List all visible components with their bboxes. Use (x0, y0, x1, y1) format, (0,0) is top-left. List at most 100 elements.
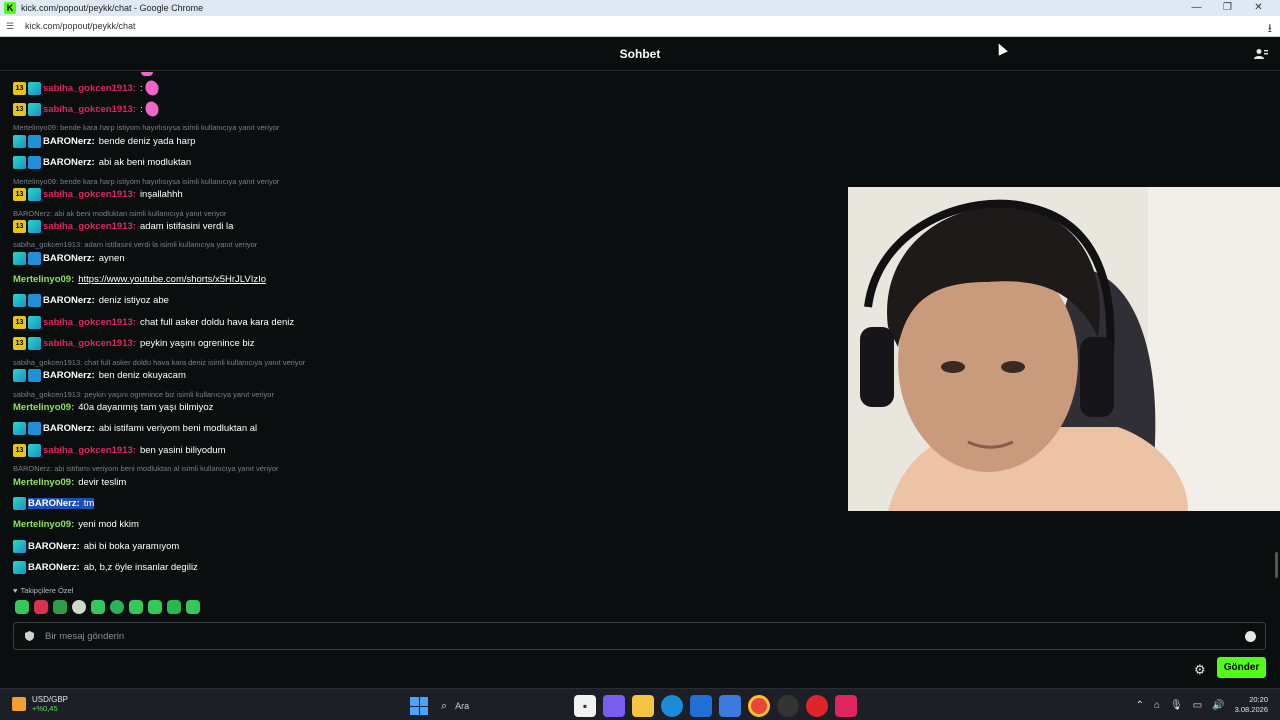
chat-message[interactable]: 13 sabiha_gokcen1913:: (13, 99, 162, 119)
chat-message[interactable]: BARONerz: abi istifamı veriyom beni modl… (13, 420, 257, 436)
emote-icon (141, 72, 153, 76)
store-icon[interactable] (690, 695, 712, 717)
chat-message[interactable]: 13 sabiha_gokcen1913: inşallahhh (13, 186, 183, 202)
emote-button[interactable] (53, 600, 67, 614)
shield-icon (25, 631, 34, 641)
reply-context[interactable]: BARONerz: abi istifamı veriyom beni modl… (13, 464, 279, 473)
followers-label-text: Takipçilere Özel (20, 586, 74, 595)
username[interactable]: BARONerz: (43, 423, 95, 434)
chevron-up-icon[interactable]: ⌃ (1136, 700, 1144, 711)
chat-message[interactable]: BARONerz: ab, b,z öyle insanlar degiliz (13, 559, 198, 575)
send-button[interactable]: Gönder (1217, 657, 1266, 678)
emote-button[interactable] (148, 600, 162, 614)
emote-button[interactable] (91, 600, 105, 614)
task-view-icon[interactable]: ▪ (574, 695, 596, 717)
outlook-icon[interactable] (719, 695, 741, 717)
emote-button[interactable] (72, 600, 86, 614)
volume-icon[interactable]: 🔊 (1212, 700, 1224, 711)
users-icon[interactable] (1254, 48, 1268, 60)
emote-button[interactable] (167, 600, 181, 614)
username[interactable]: sabiha_gokcen1913: (43, 83, 136, 94)
clock[interactable]: 20:20 3.08.2026 (1235, 695, 1268, 715)
chat-scrollbar[interactable] (1275, 552, 1278, 578)
chat-message[interactable]: BARONerz: aynen (13, 250, 125, 266)
reply-context[interactable]: BARONerz: abi ak beni modluktan isimli k… (13, 209, 226, 218)
username[interactable]: Mertelinyo09: (13, 402, 74, 413)
edge-browser-icon[interactable] (661, 695, 683, 717)
message-text: aynen (98, 252, 125, 264)
username[interactable]: Mertelinyo09: (13, 274, 74, 285)
username[interactable]: BARONerz: (43, 295, 95, 306)
network-icon[interactable]: ⌂ (1154, 700, 1160, 711)
windows-start-icon[interactable] (410, 697, 428, 715)
reply-context[interactable]: Mertelinyo09: bende kara harp istiyom ha… (13, 123, 279, 132)
ticker-name: USD/GBP (32, 695, 69, 704)
username[interactable]: Mertelinyo09: (13, 519, 74, 530)
reply-context[interactable]: sabiha_gokcen1913: adam istifasini verdi… (13, 240, 257, 249)
username[interactable]: sabiha_gokcen1913: (43, 317, 136, 328)
chat-message[interactable]: BARONerz: bende deniz yada harp (13, 133, 195, 149)
message-link[interactable]: https://www.youtube.com/shorts/x5HrJLVIz… (78, 274, 266, 285)
emote-button[interactable] (15, 600, 29, 614)
username[interactable]: sabiha_gokcen1913: (43, 445, 136, 456)
file-explorer-icon[interactable] (632, 695, 654, 717)
chat-message[interactable]: BARONerz: ben deniz okuyacam (13, 367, 186, 383)
reply-context[interactable]: sabiha_gokcen1913: chat full asker doldu… (13, 358, 305, 367)
username[interactable]: sabiha_gokcen1913: (43, 338, 136, 349)
username[interactable]: BARONerz: (43, 136, 95, 147)
emote-button[interactable] (129, 600, 143, 614)
reply-context[interactable]: Mertelinyo09: bende kara harp istiyom ha… (13, 177, 279, 186)
username[interactable]: BARONerz: (43, 370, 95, 381)
chat-message[interactable]: BARONerz: abi bi boka yaramıyom (13, 538, 179, 554)
close-button[interactable]: ✕ (1243, 0, 1274, 16)
settings-gear-icon[interactable]: ⚙ (1194, 662, 1206, 678)
emoji-picker-icon[interactable] (1245, 631, 1256, 642)
chat-message[interactable]: 13 sabiha_gokcen1913: ben yasini biliyod… (13, 442, 225, 458)
chat-message-input[interactable] (45, 630, 1195, 642)
stock-ticker-widget[interactable]: USD/GBP +%0,45 (12, 695, 68, 713)
username[interactable]: BARONerz: (28, 498, 80, 509)
site-info-icon[interactable]: ☰ (6, 21, 16, 32)
taskbar-search[interactable]: ⌕ Ara (435, 696, 567, 716)
obs-icon[interactable] (777, 695, 799, 717)
emote-button[interactable] (34, 600, 48, 614)
username[interactable]: Mertelinyo09: (13, 477, 74, 488)
chat-message[interactable]: 13 sabiha_gokcen1913: peykin yaşını ogre… (13, 335, 255, 351)
microphone-icon[interactable]: 🎙 (1170, 700, 1183, 711)
chat-message[interactable]: Mertelinyo09: devir teslim (13, 474, 126, 490)
minimize-button[interactable]: — (1181, 0, 1212, 16)
username[interactable]: BARONerz: (43, 157, 95, 168)
username[interactable]: sabiha_gokcen1913: (43, 221, 136, 232)
username[interactable]: sabiha_gokcen1913: (43, 189, 136, 200)
chat-message[interactable]: 13 sabiha_gokcen1913:: (13, 78, 162, 98)
copilot-icon[interactable] (603, 695, 625, 717)
chat-message[interactable]: BARONerz: tm (13, 495, 95, 511)
og-badge-icon (28, 443, 41, 457)
emote-button[interactable] (186, 600, 200, 614)
username[interactable]: BARONerz: (28, 541, 80, 552)
username[interactable]: sabiha_gokcen1913: (43, 104, 136, 115)
moderator-badge-icon (28, 421, 41, 435)
ticker-change: +%0,45 (32, 704, 58, 713)
app-red-icon[interactable] (806, 695, 828, 717)
url-text[interactable]: kick.com/popout/peykk/chat (25, 21, 136, 31)
chat-message[interactable]: 13 sabiha_gokcen1913: chat full asker do… (13, 314, 294, 330)
chat-message[interactable]: Mertelinyo09: https://www.youtube.com/sh… (13, 271, 266, 287)
reply-context[interactable]: sabiha_gokcen1913: peykin yaşını ogrenin… (13, 390, 274, 399)
chat-message[interactable]: 13 sabiha_gokcen1913: adam istifasini ve… (13, 218, 233, 234)
chat-message[interactable]: BARONerz: deniz istiyoz abe (13, 292, 169, 308)
username[interactable]: BARONerz: (28, 562, 80, 573)
emote-button[interactable] (110, 600, 124, 614)
chat-message[interactable]: BARONerz: abi ak beni modluktan (13, 154, 191, 170)
chat-input-box[interactable] (13, 622, 1266, 650)
chat-message[interactable]: Mertelinyo09: yeni mod kkim (13, 516, 139, 532)
restore-button[interactable]: ❐ (1212, 0, 1243, 16)
display-icon[interactable]: ▭ (1193, 700, 1202, 711)
username[interactable]: BARONerz: (43, 253, 95, 264)
address-bar[interactable]: ☰ kick.com/popout/peykk/chat ⭳ (0, 16, 1280, 37)
followers-only-label: ♥ Takipçilere Özel (13, 586, 73, 595)
chat-message[interactable]: Mertelinyo09: 40a dayanmış tam yaşı bilm… (13, 399, 213, 415)
chrome-icon[interactable] (748, 695, 770, 717)
app-pink-icon[interactable] (835, 695, 857, 717)
chat-header: Sohbet (0, 37, 1280, 71)
